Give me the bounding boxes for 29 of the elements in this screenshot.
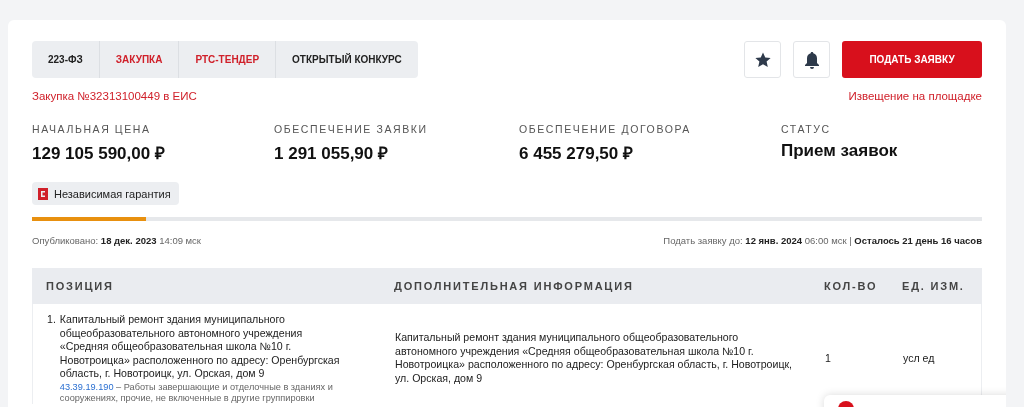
code-description: 43.39.19.190 – Работы завершающие и отделочные в зданиях и сооружениях, прочие, не включенные в другие группировки (59, 381, 334, 404)
category-tag: ЗАКУПКА (99, 41, 180, 78)
submit-application-button[interactable]: ПОДАТЬ ЗАЯВКУ (842, 41, 982, 78)
stat-label: НАЧАЛЬНАЯ ЦЕНА (32, 123, 152, 135)
unit-cell: усл ед (903, 351, 935, 366)
category-tag: 223-ФЗ (32, 41, 100, 78)
additional-info: Капитальный ремонт здания муниципального общеобразовательного автономного учреждения «Средняя общеобразовательная школа №10 г. Новотроицка» расположенного по адресу: Оренбургская область, г. Новотроицк, ул. Орская, дом 9 (395, 330, 794, 386)
column-header: ЕД. ИЗМ. (901, 280, 966, 292)
guarantee-label: Независимая гарантия (54, 187, 171, 200)
stat-label: СТАТУС (781, 123, 832, 135)
column-header: ДОПОЛНИТЕЛЬНАЯ ИНФОРМАЦИЯ (393, 280, 635, 292)
quantity-cell: 1 (825, 351, 831, 366)
stat-label: ОБЕСПЕЧЕНИЕ ЗАЯВКИ (274, 123, 429, 135)
eis-link[interactable]: Закупка №32313100449 в ЕИС (32, 90, 197, 102)
deadline-date: Подать заявку до: 12 янв. 2024 06:00 мск | Осталось 21 день 16 часов (663, 235, 982, 246)
category-tag: РТС-ТЕНДЕР (179, 41, 277, 78)
column-header: ПОЗИЦИЯ (45, 280, 115, 292)
position-name: Капитальный ремонт здания муниципального общеобразовательного автономного учреждения «Средняя общеобразовательная школа №10 г. Новотроицка» расположенного по адресу: Оренбургская область, г. Новотроицк, ул. Орская, дом 9 (59, 313, 341, 381)
stat-value: Прием заявок (781, 141, 899, 161)
published-date: Опубликовано: 18 дек. 2023 14:09 мск (32, 235, 202, 246)
stat-value: 6 455 279,50 ₽ (519, 143, 634, 164)
row-number: 1. (47, 313, 56, 327)
stat-label: ОБЕСПЕЧЕНИЕ ДОГОВОРА (519, 123, 692, 135)
category-tag: ОТКРЫТЫЙ КОНКУРС (276, 41, 418, 78)
stat-value: 129 105 590,00 ₽ (32, 143, 166, 164)
okpd-code-link[interactable]: 43.39.19.190 (59, 381, 114, 392)
column-header: КОЛ-ВО (823, 280, 879, 292)
notice-link[interactable]: Извещение на площадке (848, 90, 982, 102)
stat-value: 1 291 055,90 ₽ (274, 143, 389, 164)
